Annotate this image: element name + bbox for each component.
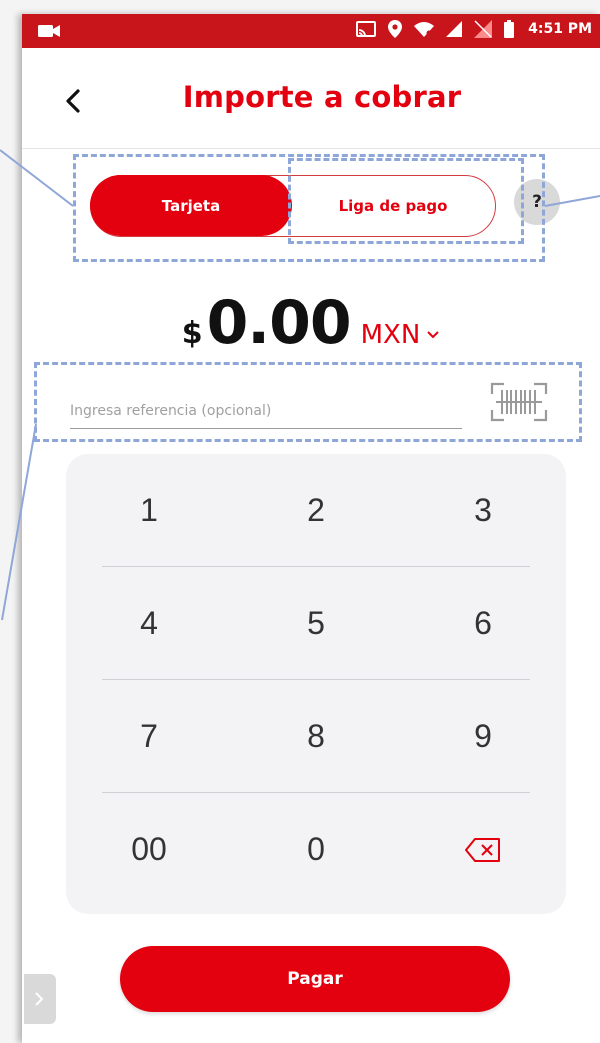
currency-selector[interactable]: MXN xyxy=(361,320,441,350)
location-pin-icon xyxy=(388,20,403,38)
keypad-row: 00 0 xyxy=(66,793,566,906)
no-signal-icon xyxy=(474,20,493,38)
key-7[interactable]: 7 xyxy=(66,680,232,793)
keypad-row: 7 8 9 xyxy=(66,680,566,793)
keypad-row: 1 2 3 xyxy=(66,454,566,567)
status-time: 4:51 PM xyxy=(528,21,592,37)
key-0[interactable]: 0 xyxy=(233,793,399,906)
annotation-box-reference xyxy=(34,362,582,442)
cast-icon xyxy=(356,21,377,37)
video-camera-icon xyxy=(38,25,60,37)
key-6[interactable]: 6 xyxy=(400,567,566,680)
keypad-row: 4 5 6 xyxy=(66,567,566,680)
amount-display: $ 0.00 MXN xyxy=(22,288,600,358)
backspace-icon xyxy=(465,837,500,862)
annotation-box-liga-de-pago xyxy=(288,158,524,244)
currency-code: MXN xyxy=(360,320,421,350)
key-9[interactable]: 9 xyxy=(400,680,566,793)
signal-icon xyxy=(446,21,463,37)
page-title: Importe a cobrar xyxy=(182,80,462,114)
key-5[interactable]: 5 xyxy=(233,567,399,680)
side-drawer-handle[interactable] xyxy=(24,974,56,1024)
currency-symbol: $ xyxy=(181,316,203,351)
key-4[interactable]: 4 xyxy=(66,567,232,680)
key-1[interactable]: 1 xyxy=(66,454,232,567)
numeric-keypad: 1 2 3 4 5 6 7 8 9 00 0 xyxy=(66,454,566,914)
key-2[interactable]: 2 xyxy=(233,454,399,567)
side-arrow-icon xyxy=(35,992,44,1006)
key-8[interactable]: 8 xyxy=(233,680,399,793)
key-3[interactable]: 3 xyxy=(400,454,566,567)
status-bar: 4:51 PM xyxy=(22,14,600,48)
pay-button[interactable]: Pagar xyxy=(120,946,510,1012)
backspace-key[interactable] xyxy=(400,793,566,906)
chevron-down-icon xyxy=(427,331,440,339)
battery-icon xyxy=(504,20,515,38)
amount-value: 0.00 xyxy=(206,288,352,358)
key-00[interactable]: 00 xyxy=(66,793,232,906)
wifi-icon xyxy=(414,22,435,37)
header: Importe a cobrar xyxy=(22,48,600,149)
